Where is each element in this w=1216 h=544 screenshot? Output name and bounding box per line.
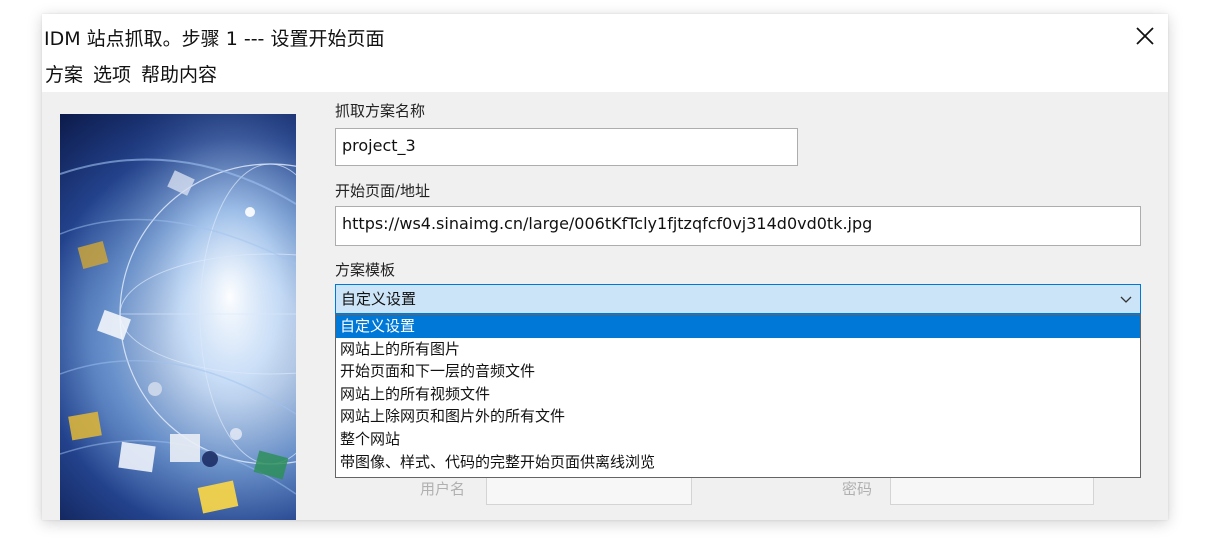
template-option[interactable]: 带图像、样式、代码的完整开始页面供离线浏览 [336,451,1140,474]
menu-item-help[interactable]: 帮助内容 [137,60,223,90]
dialog-title: IDM 站点抓取。步骤 1 --- 设置开始页面 [44,28,385,50]
template-label: 方案模板 [335,261,396,279]
password-label: 密码 [842,480,873,498]
template-selected-value: 自定义设置 [341,290,417,308]
close-icon [1136,27,1154,45]
template-option[interactable]: 网站上的所有视频文件 [336,383,1140,406]
chevron-down-icon [1120,296,1132,303]
menu-item-options[interactable]: 选项 [89,60,137,90]
project-name-label: 抓取方案名称 [335,102,426,120]
template-option[interactable]: 开始页面和下一层的音频文件 [336,360,1140,383]
close-button[interactable] [1122,14,1168,58]
menu-bar: 方案 选项 帮助内容 [42,58,1168,92]
template-select[interactable]: 自定义设置 [335,284,1141,314]
template-option[interactable]: 整个网站 [336,428,1140,451]
site-grabber-dialog: IDM 站点抓取。步骤 1 --- 设置开始页面 方案 选项 帮助内容 抓取方案… [42,14,1168,520]
template-option[interactable]: 自定义设置 [336,315,1140,338]
start-url-input[interactable]: https://ws4.sinaimg.cn/large/006tKfTcly1… [335,206,1141,246]
start-url-label: 开始页面/地址 [335,182,431,200]
menu-item-scheme[interactable]: 方案 [42,60,89,90]
template-dropdown-list: 自定义设置 网站上的所有图片 开始页面和下一层的音频文件 网站上的所有视频文件 … [335,314,1141,478]
project-name-input[interactable]: project_3 [335,128,798,166]
username-label: 用户名 [420,480,466,498]
template-option[interactable]: 网站上除网页和图片外的所有文件 [336,405,1140,428]
title-bar: IDM 站点抓取。步骤 1 --- 设置开始页面 [42,14,1168,58]
wizard-globe-image [60,114,296,520]
template-option[interactable]: 网站上的所有图片 [336,338,1140,361]
